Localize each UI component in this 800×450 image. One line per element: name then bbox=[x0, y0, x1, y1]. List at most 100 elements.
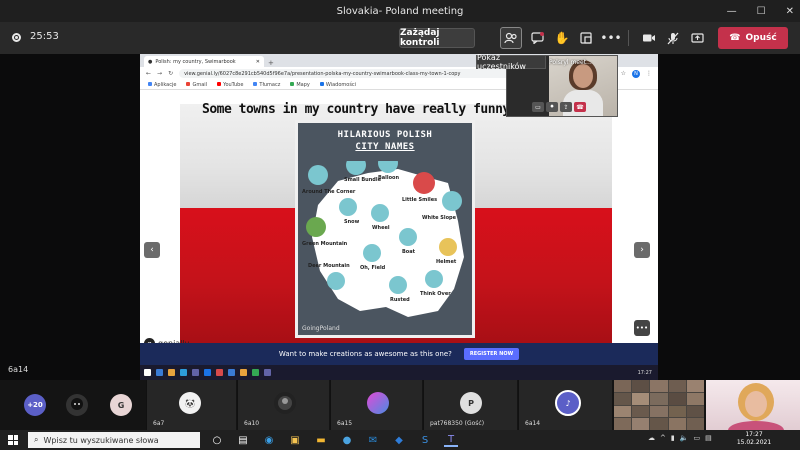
inner-app-icon bbox=[228, 369, 235, 376]
skype-icon[interactable]: S bbox=[418, 433, 432, 447]
chat-icon[interactable] bbox=[526, 27, 548, 49]
pip-hang-up-icon[interactable]: ☎ bbox=[574, 102, 586, 112]
self-video-feed bbox=[728, 383, 784, 430]
leave-button[interactable]: ☎ Opuść bbox=[718, 27, 788, 49]
participant-name: 6a15 bbox=[337, 420, 353, 427]
chrome-icon[interactable]: ● bbox=[340, 433, 354, 447]
microphone-muted-icon[interactable] bbox=[662, 27, 684, 49]
bookmark-news[interactable]: Wiadomości bbox=[319, 82, 356, 88]
icon-think-over bbox=[425, 270, 443, 288]
participant-tile[interactable]: P pat768350 (Gość) bbox=[423, 380, 517, 430]
browser-tab-title: Polish: my country, Swimarbook bbox=[155, 58, 236, 65]
promo-text: Want to make creations as awesome as thi… bbox=[278, 350, 452, 358]
icon-boat bbox=[399, 228, 417, 246]
map-label: Little Smiles bbox=[402, 197, 437, 203]
new-tab-icon[interactable]: + bbox=[268, 59, 274, 67]
poland-map: Around The Corner Small Bundle Balloon L… bbox=[302, 161, 464, 317]
raise-hand-icon[interactable]: ✋ bbox=[551, 27, 573, 49]
hang-up-icon: ☎ bbox=[729, 33, 741, 43]
rooms-icon[interactable] bbox=[575, 27, 597, 49]
camera-icon[interactable] bbox=[638, 27, 660, 49]
slide-more-button[interactable]: ••• bbox=[634, 320, 650, 336]
more-participants-badge[interactable]: +20 bbox=[24, 394, 46, 416]
inner-edge-icon bbox=[180, 369, 187, 376]
browser-tab[interactable]: ● Polish: my country, Swimarbook ✕ bbox=[144, 56, 264, 67]
map-label: Balloon bbox=[378, 175, 399, 181]
icon-around-the-corner bbox=[308, 165, 328, 185]
register-now-button[interactable]: REGISTER NOW bbox=[463, 348, 520, 360]
self-video-tile[interactable] bbox=[706, 380, 800, 430]
notifications-icon[interactable]: ▤ bbox=[705, 434, 712, 442]
taskbar-time: 17:27 bbox=[745, 431, 763, 438]
task-view-icon[interactable]: ▤ bbox=[236, 433, 250, 447]
participant-tile[interactable]: 6a10 bbox=[237, 380, 329, 430]
pip-share-icon[interactable]: ⇪ bbox=[560, 102, 572, 112]
participant-tile[interactable]: 🐼 6a7 bbox=[146, 380, 236, 430]
request-control-button[interactable]: Zażądaj kontroli bbox=[399, 28, 475, 48]
bookmark-youtube[interactable]: YouTube bbox=[217, 82, 243, 88]
icon-deer-mountain bbox=[327, 272, 345, 290]
inner-folder-icon bbox=[168, 369, 175, 376]
mail-icon[interactable]: ✉ bbox=[366, 433, 380, 447]
slide-next-button[interactable]: › bbox=[634, 242, 650, 258]
reload-icon[interactable]: ↻ bbox=[168, 70, 173, 77]
edge-icon[interactable]: ◉ bbox=[262, 433, 276, 447]
cortana-icon[interactable]: ○ bbox=[210, 433, 224, 447]
keyboard-language-icon[interactable]: ▭ bbox=[693, 434, 700, 442]
pip-participant-name: Polsryl meet... bbox=[549, 59, 592, 66]
file-explorer-icon[interactable]: ▬ bbox=[314, 433, 328, 447]
tab-close-icon[interactable]: ✕ bbox=[256, 59, 260, 65]
pip-mic-icon[interactable]: ⏺ bbox=[546, 102, 558, 112]
more-actions-icon[interactable]: ••• bbox=[600, 27, 622, 49]
pip-camera-icon[interactable]: ▭ bbox=[532, 102, 544, 112]
profile-avatar[interactable]: N bbox=[632, 69, 640, 78]
store-icon[interactable]: ▣ bbox=[288, 433, 302, 447]
bookmark-maps[interactable]: Mapy bbox=[290, 82, 310, 88]
teams-icon[interactable]: T bbox=[444, 433, 458, 447]
bookmark-apps[interactable]: Aplikacje bbox=[148, 82, 176, 88]
participant-gallery[interactable] bbox=[614, 380, 704, 430]
map-label: Boat bbox=[402, 249, 416, 255]
slide-heading: Some towns in my country have really fun… bbox=[202, 102, 525, 117]
close-icon[interactable]: ✕ bbox=[786, 6, 794, 17]
maximize-icon[interactable]: ☐ bbox=[757, 6, 766, 17]
share-screen-icon[interactable] bbox=[686, 27, 708, 49]
participants-icon[interactable] bbox=[500, 27, 522, 49]
forward-icon[interactable]: → bbox=[157, 70, 162, 77]
dropbox-icon[interactable]: ◆ bbox=[392, 433, 406, 447]
participant-tile[interactable]: ♪ 6a14 bbox=[518, 380, 612, 430]
windows-start-icon[interactable] bbox=[8, 435, 18, 445]
inner-start-icon bbox=[144, 369, 151, 376]
city-names-poster: HILARIOUS POLISH CITY NAMES Around The C… bbox=[295, 120, 475, 338]
show-hidden-icons-icon[interactable]: ^ bbox=[660, 434, 666, 442]
participant-avatar-hooded[interactable] bbox=[66, 394, 88, 416]
icon-rusted bbox=[389, 276, 407, 294]
map-label: Snow bbox=[344, 219, 360, 225]
bookmark-gmail[interactable]: Gmail bbox=[186, 82, 207, 88]
participant-name: pat768350 (Gość) bbox=[430, 420, 485, 427]
taskbar-search-input[interactable]: ⌕ Wpisz tu wyszukiwane słowa bbox=[28, 432, 200, 448]
taskbar-clock[interactable]: 17:27 15.02.2021 bbox=[736, 431, 772, 447]
slide-prev-button[interactable]: ‹ bbox=[144, 242, 160, 258]
network-icon[interactable]: ▮ bbox=[671, 434, 675, 442]
map-label: White Slope bbox=[422, 215, 457, 221]
back-icon[interactable]: ← bbox=[146, 70, 151, 77]
star-icon[interactable]: ☆ bbox=[621, 70, 626, 77]
browser-menu-icon[interactable]: ⋮ bbox=[646, 70, 652, 77]
weather-icon[interactable]: ☁ bbox=[648, 434, 655, 442]
icon-green-mountain bbox=[306, 217, 326, 237]
volume-icon[interactable]: 🔈 bbox=[680, 434, 689, 442]
participant-tile[interactable]: 6a15 bbox=[330, 380, 422, 430]
icon-snow bbox=[339, 198, 357, 216]
map-label: Green Mountain bbox=[302, 241, 348, 247]
inner-app-icon bbox=[240, 369, 247, 376]
window-titlebar: Slovakia- Poland meeting — ☐ ✕ bbox=[0, 0, 800, 22]
recording-icon bbox=[12, 33, 21, 42]
participant-name: 6a14 bbox=[525, 420, 541, 427]
bookmark-translate[interactable]: Tłumacz bbox=[253, 82, 280, 88]
system-tray: ☁ ^ ▮ 🔈 ▭ ▤ bbox=[648, 434, 712, 442]
minimize-icon[interactable]: — bbox=[727, 6, 737, 17]
taskbar-date: 15.02.2021 bbox=[736, 439, 772, 446]
participant-avatar-g[interactable]: G bbox=[110, 394, 132, 416]
toolbar-separator bbox=[628, 30, 629, 46]
